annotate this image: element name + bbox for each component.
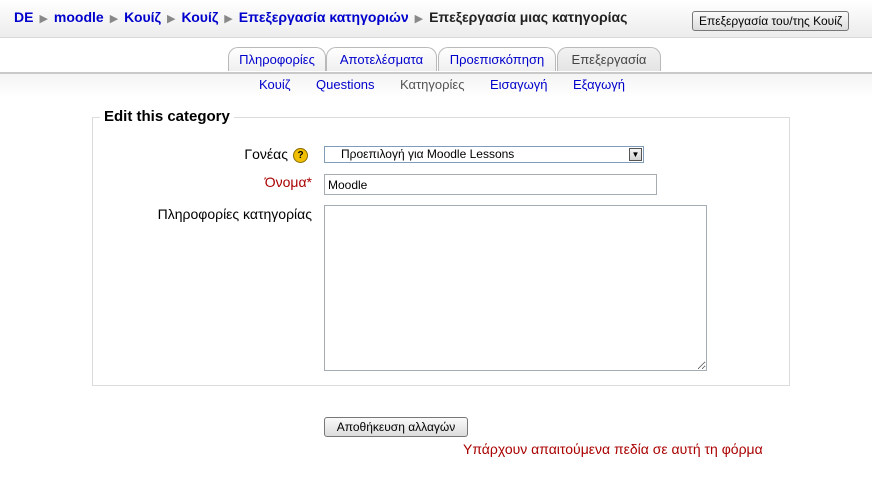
breadcrumb: DE ▶ moodle ▶ Κουίζ ▶ Κουίζ ▶ Επεξεργασία κατηγο… bbox=[14, 9, 627, 25]
info-label: Πληροφορίες κατηγορίας bbox=[157, 206, 312, 222]
category-info-textarea[interactable] bbox=[324, 205, 707, 371]
breadcrumb-separator-icon: ▶ bbox=[167, 13, 176, 25]
breadcrumb-item-quiz-2[interactable]: Κουίζ bbox=[181, 9, 218, 25]
dropdown-arrow-icon[interactable]: ▼ bbox=[629, 148, 642, 161]
edit-quiz-button[interactable]: Επεξεργασία του/της Κουίζ bbox=[692, 11, 850, 31]
subtab-categories[interactable]: Κατηγορίες bbox=[400, 77, 464, 92]
breadcrumb-current: Επεξεργασία μιας κατηγορίας bbox=[429, 9, 628, 25]
help-icon[interactable]: ? bbox=[293, 147, 308, 163]
breadcrumb-item-quiz[interactable]: Κουίζ bbox=[124, 9, 161, 25]
tab-info[interactable]: Πληροφορίες bbox=[228, 47, 326, 71]
subtab-export[interactable]: Εξαγωγή bbox=[573, 77, 625, 92]
parent-select[interactable]: Προεπιλογή για Moodle Lessons ▼ bbox=[324, 146, 644, 163]
parent-select-value: Προεπιλογή για Moodle Lessons bbox=[341, 147, 515, 161]
breadcrumb-separator-icon: ▶ bbox=[414, 13, 424, 25]
required-fields-note: Υπάρχουν απαιτούμενα πεδία σε αυτή τη φό… bbox=[463, 441, 763, 457]
name-label: Όνομα* bbox=[264, 174, 312, 190]
breadcrumb-item-edit-categories[interactable]: Επεξεργασία κατηγοριών bbox=[239, 9, 409, 25]
tab-results[interactable]: Αποτελέσματα bbox=[326, 47, 437, 71]
parent-label-row: Γονέας? bbox=[244, 146, 308, 163]
subtab-questions[interactable]: Questions bbox=[316, 77, 375, 92]
save-changes-button[interactable]: Αποθήκευση αλλαγών bbox=[324, 417, 468, 437]
tab-edit[interactable]: Επεξεργασία bbox=[557, 47, 661, 71]
breadcrumb-item-de[interactable]: DE bbox=[14, 9, 33, 25]
breadcrumb-separator-icon: ▶ bbox=[39, 13, 48, 25]
tab-row: Πληροφορίες Αποτελέσματα Προεπισκόπηση Ε… bbox=[0, 47, 872, 73]
breadcrumb-separator-icon: ▶ bbox=[224, 13, 233, 25]
breadcrumb-separator-icon: ▶ bbox=[109, 13, 119, 25]
navbar: DE ▶ moodle ▶ Κουίζ ▶ Κουίζ ▶ Επεξεργασία κατηγο… bbox=[0, 0, 872, 38]
breadcrumb-item-moodle[interactable]: moodle bbox=[54, 9, 104, 25]
parent-label: Γονέας bbox=[244, 146, 288, 162]
name-input[interactable] bbox=[324, 174, 657, 195]
subtab-import[interactable]: Εισαγωγή bbox=[490, 77, 547, 92]
fieldset-legend: Edit this category bbox=[100, 108, 234, 125]
tab-preview[interactable]: Προεπισκόπηση bbox=[438, 47, 556, 71]
subtab-quiz[interactable]: Κουίζ bbox=[259, 77, 290, 92]
